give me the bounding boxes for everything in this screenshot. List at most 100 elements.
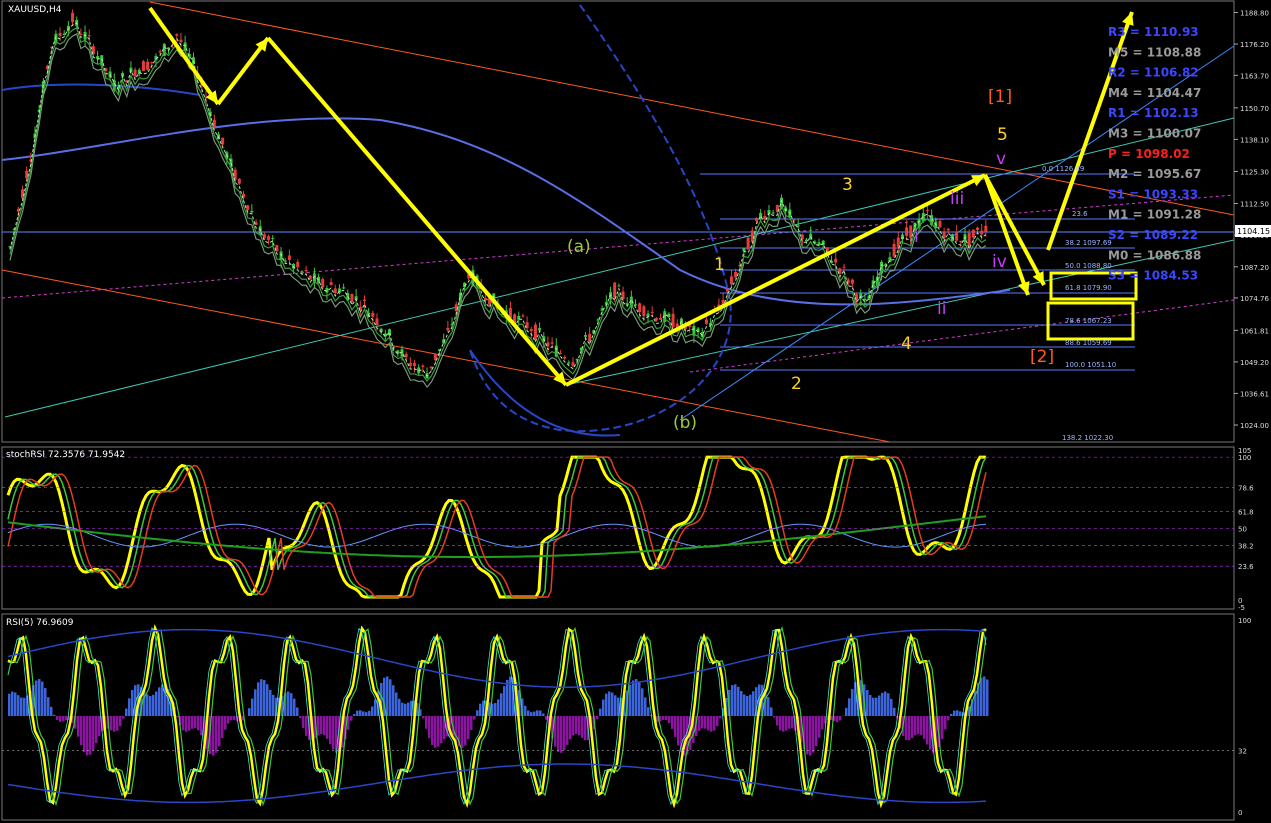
rsi-histogram-bar bbox=[635, 679, 638, 716]
candle-body bbox=[287, 255, 291, 261]
price-tick-label: 1150.70 bbox=[1240, 105, 1269, 113]
rsi-histogram-bar bbox=[266, 684, 269, 716]
candle-body bbox=[938, 220, 942, 228]
rsi-histogram-bar bbox=[269, 689, 272, 716]
teal-trendline bbox=[4, 117, 1235, 418]
rsi-histogram-bar bbox=[509, 676, 512, 716]
rsi-histogram-bar bbox=[215, 716, 218, 753]
price-tick-label: 1188.80 bbox=[1240, 10, 1269, 18]
candle-body bbox=[521, 315, 525, 317]
candle-body bbox=[754, 217, 758, 221]
candle-body bbox=[150, 61, 154, 63]
rsi-histogram-bar bbox=[572, 716, 575, 736]
candle-body bbox=[179, 39, 183, 43]
rsi-histogram-bar bbox=[887, 693, 890, 716]
candle-body bbox=[212, 119, 216, 128]
candle-body bbox=[237, 178, 241, 184]
candle-body bbox=[892, 243, 896, 257]
rsi-histogram-bar bbox=[917, 716, 920, 734]
rsi-histogram-bar bbox=[845, 707, 848, 716]
rsi-histogram-bar bbox=[806, 716, 809, 755]
candle-body bbox=[271, 238, 275, 240]
rsi-histogram-bar bbox=[602, 699, 605, 716]
rsi-histogram-bar bbox=[194, 716, 197, 729]
pivot-label: M5 = 1108.88 bbox=[1108, 45, 1201, 59]
rsi-histogram-bar bbox=[200, 716, 203, 736]
rsi-histogram-bar bbox=[920, 716, 923, 736]
pivot-label: S1 = 1093.33 bbox=[1108, 187, 1198, 201]
candle-body bbox=[925, 210, 929, 212]
fib-label-886: 88.6 1059.69 bbox=[1065, 339, 1112, 347]
rsi-histogram-bar bbox=[479, 703, 482, 716]
rsi-histogram-bar bbox=[560, 716, 563, 753]
rsi-histogram-bar bbox=[923, 716, 926, 739]
rsi-histogram-bar bbox=[707, 716, 710, 731]
rsi-histogram-bar bbox=[524, 705, 527, 716]
rsi-histogram-bar bbox=[155, 691, 158, 716]
candle-body bbox=[446, 327, 450, 331]
rsi-histogram-bar bbox=[584, 716, 587, 741]
wave-arrow-segment bbox=[266, 36, 568, 387]
candle-body bbox=[375, 318, 379, 326]
rsi-histogram-bar bbox=[605, 693, 608, 716]
rsi-histogram-bar bbox=[332, 716, 335, 750]
rsi-histogram-bar bbox=[272, 694, 275, 716]
rsi-histogram-bar bbox=[23, 697, 26, 716]
rsi-histogram-bar bbox=[131, 690, 134, 716]
rsi-histogram-bar bbox=[83, 716, 86, 753]
candle-body bbox=[800, 234, 804, 239]
candle-body bbox=[483, 297, 487, 300]
candle-body bbox=[905, 227, 909, 236]
rsi-histogram-bar bbox=[125, 708, 128, 716]
rsi-histogram-bar bbox=[665, 716, 668, 721]
stochrsi-label: stochRSI 72.3576 71.9542 bbox=[6, 450, 125, 460]
candle-body bbox=[659, 317, 663, 320]
rsi-histogram-bar bbox=[947, 716, 950, 721]
rsi-histogram-bar bbox=[749, 694, 752, 716]
rsi-histogram-bar bbox=[56, 716, 59, 721]
rsi-histogram-bar bbox=[566, 716, 569, 745]
rsi-histogram-bar bbox=[260, 679, 263, 716]
price-tick-label: 1087.20 bbox=[1240, 264, 1269, 272]
bollinger-bands bbox=[9, 22, 987, 388]
rsi-histogram-bar bbox=[182, 716, 185, 731]
rsi-histogram-bar bbox=[437, 716, 440, 747]
candle-body bbox=[896, 237, 900, 247]
stoch-d-line bbox=[7, 456, 987, 598]
rsi-histogram-bar bbox=[713, 716, 716, 731]
rsi-histogram-bar bbox=[386, 676, 389, 716]
wave-label-sub-i: i bbox=[914, 227, 919, 247]
price-tick-label: 1112.50 bbox=[1240, 200, 1269, 208]
rsi-histogram-bar bbox=[638, 681, 641, 716]
support-dashed-line bbox=[689, 299, 1235, 373]
rsi-histogram-bar bbox=[836, 716, 839, 722]
rsi-histogram-bar bbox=[161, 684, 164, 716]
wave-arrow-head bbox=[1122, 12, 1134, 26]
rsi-histogram-bar bbox=[404, 703, 407, 716]
rsi-histogram-bar bbox=[191, 716, 194, 729]
rsi-histogram-bar bbox=[326, 716, 329, 739]
rsi-histogram-bar bbox=[698, 716, 701, 731]
candle-body bbox=[296, 261, 300, 268]
fib-label-1000: 100.0 1051.10 bbox=[1065, 361, 1116, 369]
candle-body bbox=[596, 319, 600, 321]
wave-label-degree-1: [1] bbox=[988, 87, 1012, 107]
rsi-histogram-bar bbox=[197, 716, 200, 731]
rsi-histogram-bar bbox=[185, 716, 188, 732]
rsi-histogram-bar bbox=[908, 716, 911, 741]
candle-body bbox=[175, 34, 179, 36]
stoch-tick-label: -5 bbox=[1238, 604, 1245, 612]
rsi-histogram-bar bbox=[959, 711, 962, 716]
rsi-histogram-bar bbox=[230, 716, 233, 721]
pivot-label: M3 = 1100.07 bbox=[1108, 127, 1201, 141]
rsi-histogram-bar bbox=[287, 691, 290, 716]
rsi-histogram-bar bbox=[212, 716, 215, 756]
rsi-histogram-bar bbox=[953, 710, 956, 716]
candle-body bbox=[79, 34, 83, 36]
rsi-histogram-bar bbox=[941, 716, 944, 740]
rsi-histogram-bar bbox=[329, 716, 332, 745]
rsi-histogram-bar bbox=[146, 694, 149, 716]
rsi-histogram-bar bbox=[293, 698, 296, 716]
rsi-histogram-bar bbox=[890, 698, 893, 716]
rsi-histogram-bar bbox=[320, 716, 323, 734]
